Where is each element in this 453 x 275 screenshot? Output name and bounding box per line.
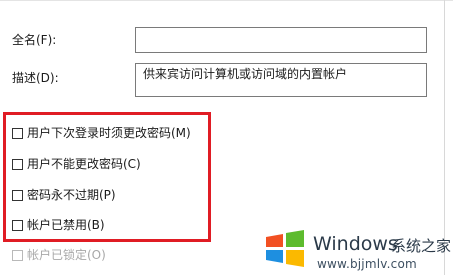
account-locked-checkbox: 帐户已锁定(O): [12, 247, 106, 263]
fullname-label: 全名(F):: [12, 33, 57, 47]
fullname-field[interactable]: [135, 27, 427, 53]
watermark-brand: Windows: [313, 233, 398, 255]
watermark-brand-cn: 系统之家: [391, 237, 452, 255]
watermark: Windows 系统之家 www.bjjmlv.com: [263, 225, 453, 273]
windows-logo-icon: [266, 230, 304, 267]
description-field[interactable]: 供来宾访问计算机或访问域的内置帐户: [135, 63, 427, 97]
checkbox-box: [12, 249, 23, 261]
description-label: 描述(D):: [12, 71, 59, 85]
top-border: [0, 0, 453, 1]
watermark-url: www.bjjmlv.com: [317, 257, 417, 271]
account-locked-label: 帐户已锁定(O): [27, 248, 106, 262]
red-highlight-box: [3, 112, 211, 242]
